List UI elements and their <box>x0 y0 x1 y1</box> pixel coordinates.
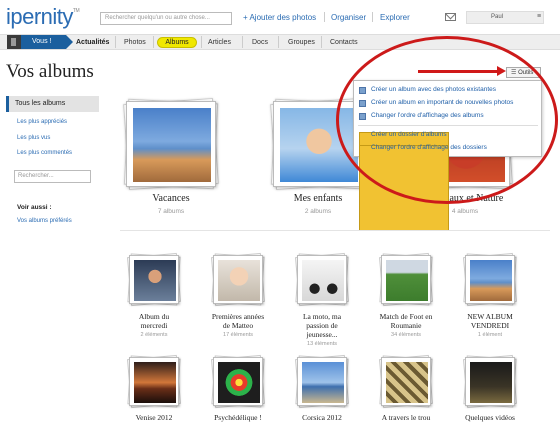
nav-divider <box>372 12 373 22</box>
album-count: 34 éléments <box>391 332 421 338</box>
album-title[interactable]: Match de Foot en Roumanie <box>366 312 446 330</box>
annotation-circle <box>336 36 558 204</box>
album-count: 2 éléments <box>140 332 168 338</box>
favorite-albums-link[interactable]: Vos albums préférés <box>17 218 72 224</box>
tab-articles[interactable]: Articles <box>208 39 231 46</box>
avatar[interactable] <box>7 35 21 49</box>
album-cover <box>218 260 260 301</box>
tab-docs[interactable]: Docs <box>252 39 268 46</box>
album-title[interactable]: Psychédélique ! <box>198 413 278 422</box>
album-card[interactable] <box>126 354 182 409</box>
username: Paul <box>491 14 504 20</box>
folder-card[interactable] <box>123 97 219 191</box>
tab-photos[interactable]: Photos <box>124 39 146 46</box>
tab-divider <box>321 36 322 48</box>
tab-divider <box>201 36 202 48</box>
mail-icon[interactable] <box>445 13 456 21</box>
album-card[interactable] <box>462 354 518 409</box>
sidebar-item-most-commented[interactable]: Les plus commentés <box>17 150 72 156</box>
album-count: 1 élément <box>477 332 503 338</box>
section-divider <box>120 230 550 231</box>
album-title[interactable]: Premières années de Matteo <box>198 312 278 330</box>
album-count: 17 éléments <box>223 332 253 338</box>
tab-divider <box>115 36 116 48</box>
album-card[interactable] <box>378 354 434 409</box>
album-cover <box>134 362 176 403</box>
album-count: 13 éléments <box>307 341 337 347</box>
album-title[interactable]: Venise 2012 <box>114 413 194 422</box>
global-search-input[interactable]: Rechercher quelqu'un ou autre chose... <box>100 12 232 25</box>
menu-icon[interactable]: ≡ <box>537 13 541 20</box>
album-cover <box>470 260 512 301</box>
album-cover <box>386 362 428 403</box>
album-cover <box>386 260 428 301</box>
album-card[interactable] <box>126 252 182 307</box>
album-cover <box>302 260 344 301</box>
folder-title[interactable]: Vacances <box>111 193 231 204</box>
album-cover <box>218 362 260 403</box>
tab-vous[interactable]: Vous ! <box>21 35 73 49</box>
sidebar-search-input[interactable]: Rechercher... <box>14 170 91 183</box>
album-cover <box>302 362 344 403</box>
tab-actualites[interactable]: Actualités <box>76 39 109 46</box>
album-title[interactable]: NEW ALBUM VENDREDI <box>450 312 530 330</box>
album-card[interactable] <box>294 354 350 409</box>
album-title[interactable]: Quelques vidéos <box>450 413 530 422</box>
tab-divider <box>153 36 154 48</box>
top-bar: ipernityTM Rechercher quelqu'un ou autre… <box>0 0 560 33</box>
page-title: Vos albums <box>6 61 94 82</box>
organize-link[interactable]: Organiser <box>331 13 366 22</box>
nav-divider <box>324 12 325 22</box>
tab-divider <box>278 36 279 48</box>
album-card[interactable] <box>378 252 434 307</box>
album-cover <box>470 362 512 403</box>
see-also-title: Voir aussi : <box>17 204 52 211</box>
sidebar-item-all-albums[interactable]: Tous les albums <box>6 96 99 112</box>
sidebar-item-most-liked[interactable]: Les plus appréciés <box>17 119 67 125</box>
album-card[interactable] <box>210 252 266 307</box>
tab-groupes[interactable]: Groupes <box>288 39 315 46</box>
album-title[interactable]: Album du mercredi <box>114 312 194 330</box>
add-photos-link[interactable]: + Ajouter des photos <box>243 13 316 22</box>
album-cover <box>134 260 176 301</box>
album-title[interactable]: A travers le trou <box>366 413 446 422</box>
user-menu[interactable]: Paul ≡ <box>466 11 544 24</box>
tab-albums[interactable]: Albums <box>157 37 197 48</box>
album-card[interactable] <box>462 252 518 307</box>
folder-cover <box>133 108 211 182</box>
sidebar-item-most-viewed[interactable]: Les plus vus <box>17 135 50 141</box>
folder-count: 7 albums <box>157 208 185 215</box>
album-title[interactable]: Corsica 2012 <box>282 413 362 422</box>
explore-link[interactable]: Explorer <box>380 13 410 22</box>
tab-divider <box>242 36 243 48</box>
logo[interactable]: ipernityTM <box>6 4 80 30</box>
album-card[interactable] <box>210 354 266 409</box>
album-title[interactable]: La moto, ma passion de jeunesse... <box>282 312 362 339</box>
tab-contacts[interactable]: Contacts <box>330 39 358 46</box>
album-card[interactable] <box>294 252 350 307</box>
